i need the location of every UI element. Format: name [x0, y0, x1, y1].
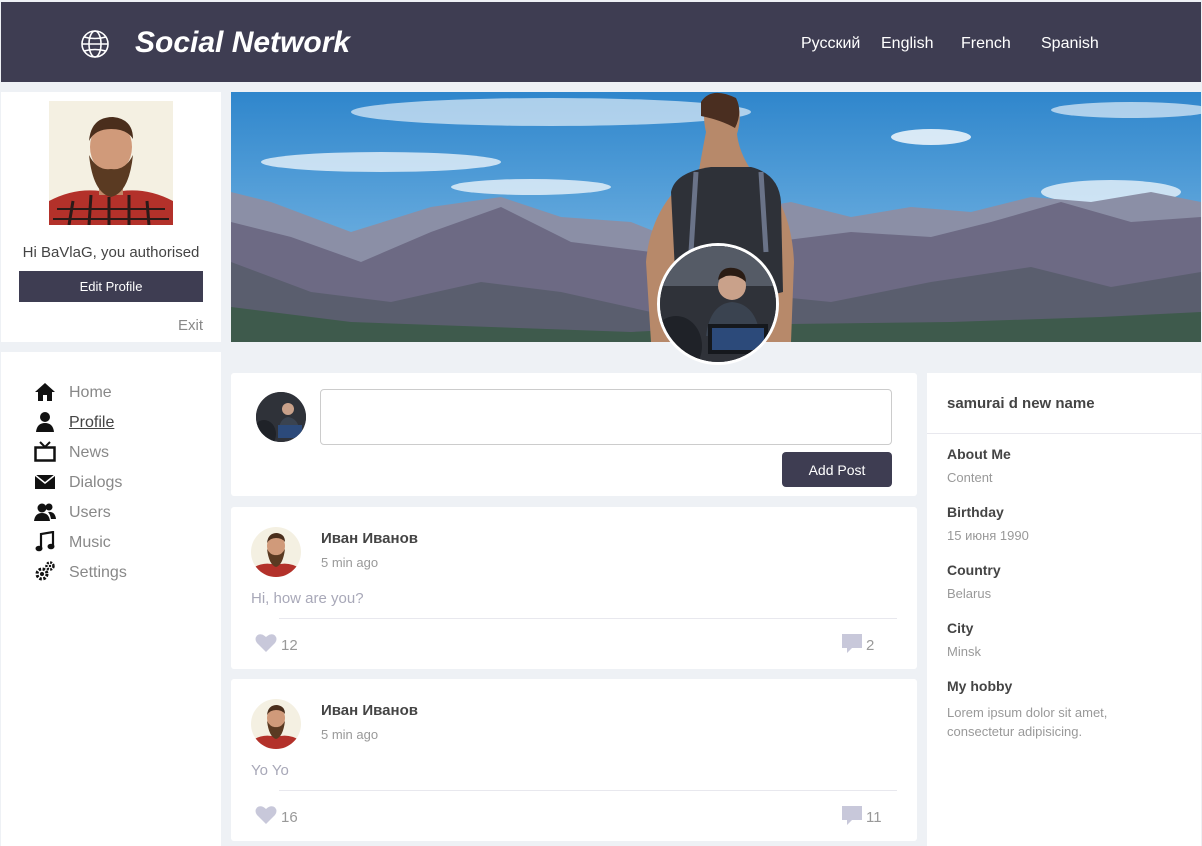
sidebar-item-label: Settings — [69, 564, 127, 581]
post-author: Иван Иванов — [321, 530, 418, 547]
city-value: Minsk — [947, 644, 981, 659]
sidebar-item-label: News — [69, 444, 110, 461]
post-text: Yo Yo — [251, 762, 289, 779]
avatar — [251, 699, 301, 749]
birthday-label: Birthday — [947, 504, 1004, 520]
post-text: Hi, how are you? — [251, 590, 364, 607]
hobby-label: My hobby — [947, 678, 1013, 694]
sidebar-item-label: Music — [69, 534, 111, 551]
post: Иван Иванов 5 min ago Hi, how are you? 1… — [231, 507, 917, 669]
post-time: 5 min ago — [321, 555, 379, 570]
users-icon — [34, 503, 56, 521]
cover-avatar — [657, 243, 779, 365]
new-post-form: Add Post — [231, 373, 917, 496]
lang-russian[interactable]: Русский — [801, 35, 860, 53]
music-icon — [35, 531, 55, 552]
profile-card: Hi BaVlaG, you authorised Edit Profile E… — [1, 92, 221, 342]
birthday-value: 15 июня 1990 — [947, 528, 1029, 543]
heart-icon[interactable] — [254, 803, 278, 827]
post: Иван Иванов 5 min ago Yo Yo 16 11 — [231, 679, 917, 841]
greeting-text: Hi BaVlaG, you authorised — [22, 244, 200, 261]
header: Social Network Русский English French Sp… — [1, 2, 1201, 82]
lang-spanish[interactable]: Spanish — [1041, 35, 1099, 53]
profile-name: samurai d new name — [947, 395, 1095, 412]
comment-count: 2 — [866, 637, 875, 654]
sidebar-item-users[interactable]: Users — [34, 501, 204, 525]
tv-icon — [34, 441, 56, 462]
sidebar-item-news[interactable]: News — [34, 441, 204, 465]
sidebar-item-settings[interactable]: Settings — [34, 561, 204, 585]
user-icon — [36, 412, 54, 432]
exit-link[interactable]: Exit — [178, 317, 203, 334]
country-label: Country — [947, 562, 1001, 578]
like-count: 16 — [281, 809, 298, 826]
gears-icon — [35, 561, 55, 581]
envelope-icon — [34, 474, 56, 489]
lang-french[interactable]: French — [961, 35, 1011, 53]
divider — [279, 618, 897, 619]
sidebar-item-music[interactable]: Music — [34, 531, 204, 555]
avatar — [251, 527, 301, 577]
globe-icon — [81, 30, 109, 58]
new-post-input[interactable] — [320, 389, 892, 445]
profile-info-card: samurai d new name About Me Content Birt… — [927, 373, 1201, 846]
post-author: Иван Иванов — [321, 702, 418, 719]
about-value: Content — [947, 470, 993, 485]
edit-profile-button[interactable]: Edit Profile — [19, 271, 203, 302]
sidebar-nav: Home Profile News Dialogs Users Music Se… — [1, 352, 221, 846]
like-count: 12 — [281, 637, 298, 654]
comment-icon[interactable] — [840, 631, 864, 655]
divider — [279, 790, 897, 791]
user-photo — [49, 101, 173, 225]
sidebar-item-home[interactable]: Home — [34, 381, 204, 405]
sidebar-item-dialogs[interactable]: Dialogs — [34, 471, 204, 495]
sidebar-item-label: Dialogs — [69, 474, 123, 491]
comment-count: 11 — [866, 809, 882, 826]
hobby-value: Lorem ipsum dolor sit amet, consectetur … — [947, 705, 1108, 739]
divider — [927, 433, 1201, 434]
sidebar-item-label: Users — [69, 504, 111, 521]
city-label: City — [947, 620, 974, 636]
app-title: Social Network — [135, 26, 351, 59]
heart-icon[interactable] — [254, 631, 278, 655]
home-icon — [35, 383, 55, 401]
sidebar-item-label: Profile — [69, 414, 115, 431]
country-value: Belarus — [947, 586, 992, 601]
add-post-button[interactable]: Add Post — [782, 452, 892, 487]
lang-english[interactable]: English — [881, 35, 933, 53]
sidebar-item-label: Home — [69, 384, 112, 401]
post-time: 5 min ago — [321, 727, 379, 742]
comment-icon[interactable] — [840, 803, 864, 827]
about-label: About Me — [947, 446, 1011, 462]
avatar — [256, 392, 306, 442]
sidebar-item-profile[interactable]: Profile — [34, 411, 204, 435]
